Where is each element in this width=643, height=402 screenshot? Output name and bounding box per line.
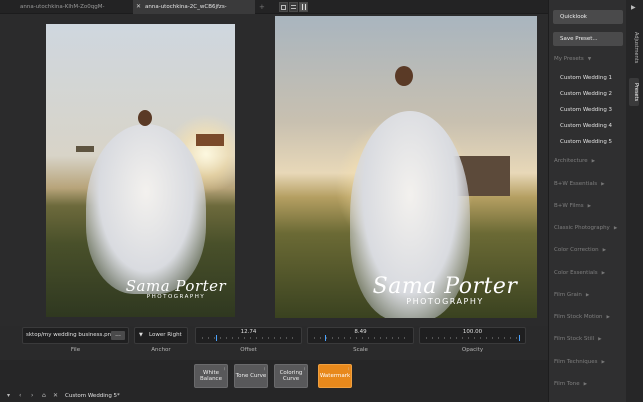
scale-slider[interactable]: 8.49 <box>307 327 414 344</box>
offset-value: 12.74 <box>240 329 257 335</box>
chevron-left-icon[interactable]: ‹ <box>19 392 21 399</box>
tool-coloring-curve[interactable]: ⁝ Coloring Curve <box>274 364 308 388</box>
tool-white-balance[interactable]: ⁝ White Balance <box>194 364 228 388</box>
tab-adjustments[interactable]: Adjustments <box>629 28 639 68</box>
opacity-value: 100.00 <box>462 329 483 335</box>
file-label: File <box>70 347 81 353</box>
offset-slider[interactable]: 12.74 <box>195 327 302 344</box>
tool-tone-curve[interactable]: ⁝ Tone Curve <box>234 364 268 388</box>
save-preset-button[interactable]: Save Preset... <box>553 32 623 46</box>
chevron-right-icon: ▶ <box>583 382 588 387</box>
section-color-essentials[interactable]: Color Essentials ▶ <box>554 270 605 276</box>
chevron-right-icon: ▶ <box>601 271 606 276</box>
chevron-right-icon: ▶ <box>602 248 607 253</box>
chevron-right-icon[interactable]: › <box>31 392 33 399</box>
tool-watermark[interactable]: ⁝ Watermark <box>318 364 352 388</box>
split-horizontal-icon[interactable] <box>289 2 298 12</box>
section-film-stock-motion[interactable]: Film Stock Motion ▶ <box>554 314 610 320</box>
lock-icon[interactable]: ⌂ <box>42 392 46 399</box>
tool-options-icon: ⁝ <box>303 366 305 371</box>
photo-before: Sama Porter PHOTOGRAPHY <box>46 24 235 317</box>
scale-slider-thumb[interactable] <box>325 335 327 341</box>
view-mode-switcher <box>279 2 308 12</box>
watermark-overlay: Sama Porter PHOTOGRAPHY <box>121 277 231 300</box>
tool-options-icon: ⁝ <box>223 366 225 371</box>
chevron-right-icon: ▶ <box>585 293 590 298</box>
chevron-right-icon: ▶ <box>601 360 605 365</box>
current-preset-name: Custom Wedding 5* <box>65 393 120 399</box>
watermark-overlay: Sama Porter PHOTOGRAPHY <box>370 274 520 306</box>
section-film-tone[interactable]: Film Tone ▶ <box>554 381 587 387</box>
photo-after: Sama Porter PHOTOGRAPHY <box>275 16 537 318</box>
chevron-right-icon: ▶ <box>591 159 596 164</box>
section-color-correction[interactable]: Color Correction ▶ <box>554 247 606 253</box>
slider-ticks <box>314 337 407 339</box>
anchor-label: Anchor <box>151 347 171 353</box>
tool-options-icon: ⁝ <box>347 366 349 371</box>
watermark-script-text: Sama Porter <box>372 274 518 299</box>
preset-item[interactable]: Custom Wedding 2 <box>560 91 612 97</box>
preset-item[interactable]: Custom Wedding 1 <box>560 75 612 81</box>
preset-item[interactable]: Custom Wedding 3 <box>560 107 612 113</box>
scale-label: Scale <box>353 347 368 353</box>
image-canvas: Sama Porter PHOTOGRAPHY Sama Porter PHOT… <box>0 14 548 326</box>
collapse-panel-icon[interactable]: ▶ <box>631 4 636 11</box>
opacity-label: Opacity <box>461 347 484 353</box>
anchor-dropdown[interactable]: ▼ Lower Right <box>134 327 188 344</box>
section-architecture[interactable]: Architecture ▶ <box>554 158 595 164</box>
tab-image-1[interactable]: anna-utochkina-KlhM-Zo0qgM-unsplash.jpg <box>0 0 132 24</box>
preset-item[interactable]: Custom Wedding 4 <box>560 123 612 129</box>
add-tab-button[interactable]: + <box>259 0 265 14</box>
scale-value: 8.49 <box>354 329 367 335</box>
chevron-right-icon: ▶ <box>598 337 602 342</box>
chevron-right-icon: ▶ <box>613 226 618 231</box>
chevron-right-icon: ▶ <box>606 315 611 320</box>
browse-file-button[interactable]: ... <box>111 331 125 340</box>
chevron-right-icon: ▶ <box>601 182 605 187</box>
tab-bar: anna-utochkina-KlhM-Zo0qgM-unsplash.jpg … <box>0 0 548 24</box>
tab-presets[interactable]: Presets <box>629 78 639 106</box>
opacity-slider-thumb[interactable] <box>519 335 520 341</box>
section-bw-films[interactable]: B+W Films ▶ <box>554 203 591 209</box>
offset-label: Offset <box>240 347 257 353</box>
watermark-script-text: Sama Porter <box>125 277 227 295</box>
chevron-down-icon: ▼ <box>587 57 592 62</box>
anchor-value: Lower Right <box>149 332 182 338</box>
section-film-grain[interactable]: Film Grain ▶ <box>554 292 589 298</box>
section-film-techniques[interactable]: Film Techniques ▶ <box>554 359 605 365</box>
slider-ticks <box>426 337 519 339</box>
file-path-value: sktop/my wedding business.png <box>26 332 115 338</box>
presets-panel: Quicklook Save Preset... My Presets ▼ Cus… <box>548 0 626 402</box>
chevron-right-icon: ▶ <box>587 204 592 209</box>
section-film-stock-still[interactable]: Film Stock Still ▶ <box>554 336 602 342</box>
panel-tab-strip: ▶ Adjustments Presets <box>626 0 643 402</box>
section-my-presets[interactable]: My Presets ▼ <box>554 56 591 62</box>
section-classic-photography[interactable]: Classic Photography ▶ <box>554 225 617 231</box>
single-view-icon[interactable] <box>279 2 288 12</box>
close-icon[interactable]: ✕ <box>136 0 141 14</box>
tool-options-icon: ⁝ <box>263 366 265 371</box>
status-bar: ▾ ‹ › ⌂ ✕ Custom Wedding 5* <box>0 392 548 402</box>
opacity-slider[interactable]: 100.00 <box>419 327 526 344</box>
close-icon[interactable]: ✕ <box>53 392 58 399</box>
split-vertical-icon[interactable] <box>299 2 308 12</box>
chevron-down-icon: ▼ <box>139 332 143 338</box>
offset-slider-thumb[interactable] <box>215 335 217 341</box>
caret-down-icon[interactable]: ▾ <box>7 392 10 399</box>
section-bw-essentials[interactable]: B+W Essentials ▶ <box>554 181 605 187</box>
preset-item[interactable]: Custom Wedding 5 <box>560 139 612 145</box>
quicklook-button[interactable]: Quicklook <box>553 10 623 24</box>
tab-image-2[interactable]: ✕ anna-utochkina-2C_wCB6jfzs-unsplash.jp… <box>133 0 255 24</box>
file-path-field[interactable]: sktop/my wedding business.png ... <box>22 327 129 344</box>
